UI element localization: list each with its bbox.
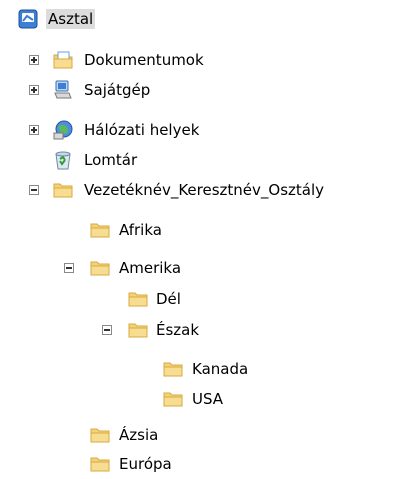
- recycle-bin-icon: [52, 149, 74, 171]
- tree-node-eszak[interactable]: Észak: [0, 315, 240, 345]
- tree-node-label: Lomtár: [84, 151, 138, 169]
- tree-node-afrika[interactable]: Afrika: [0, 215, 200, 245]
- tree-node-label: Európa: [119, 455, 172, 473]
- expand-toggle-icon[interactable]: [29, 55, 39, 65]
- documents-folder-icon: [52, 49, 74, 71]
- tree-node-dokumentumok[interactable]: Dokumentumok: [0, 45, 260, 75]
- tree-node-label: Dokumentumok: [84, 51, 204, 69]
- folder-icon: [89, 219, 111, 241]
- tree-node-kanada[interactable]: Kanada: [0, 354, 260, 384]
- tree-node-label: Amerika: [119, 259, 182, 277]
- tree-node-label: Vezetéknév_Keresztnév_Osztály: [84, 181, 325, 199]
- tree-node-label: Ázsia: [119, 426, 159, 444]
- expand-toggle-icon[interactable]: [29, 85, 39, 95]
- collapse-toggle-icon[interactable]: [64, 263, 74, 273]
- tree-node-label: Hálózati helyek: [84, 121, 200, 139]
- tree-node-label: Dél: [156, 290, 181, 308]
- tree-node-label: Asztal: [46, 9, 96, 29]
- folder-icon: [162, 358, 184, 380]
- folder-icon: [89, 424, 111, 446]
- collapse-toggle-icon[interactable]: [102, 325, 112, 335]
- tree-node-label: Kanada: [192, 360, 249, 378]
- tree-node-asztal[interactable]: Asztal: [0, 4, 160, 34]
- tree-node-halozati-helyek[interactable]: Hálózati helyek: [0, 115, 260, 145]
- folder-icon: [89, 453, 111, 475]
- network-places-icon: [52, 119, 74, 141]
- tree-node-lomtar[interactable]: Lomtár: [0, 145, 200, 175]
- tree-node-label: USA: [192, 390, 224, 408]
- desktop-icon: [17, 8, 39, 30]
- computer-icon: [52, 79, 74, 101]
- tree-node-del[interactable]: Dél: [0, 284, 220, 314]
- collapse-toggle-icon[interactable]: [29, 185, 39, 195]
- folder-icon: [162, 388, 184, 410]
- tree-node-label: Sajátgép: [84, 81, 151, 99]
- tree-node-azsia[interactable]: Ázsia: [0, 420, 200, 450]
- tree-node-sajatgep[interactable]: Sajátgép: [0, 75, 200, 105]
- tree-node-usa[interactable]: USA: [0, 384, 260, 414]
- folder-icon: [89, 257, 111, 279]
- folder-tree: Asztal Dokumentumok Sajátgép Hálózati he…: [0, 0, 414, 479]
- folder-icon: [52, 179, 74, 201]
- tree-node-vezeteknev-keresztnev-osztaly[interactable]: Vezetéknév_Keresztnév_Osztály: [0, 175, 414, 205]
- tree-node-label: Afrika: [119, 221, 162, 239]
- tree-node-amerika[interactable]: Amerika: [0, 253, 220, 283]
- tree-node-europa[interactable]: Európa: [0, 449, 200, 479]
- tree-node-label: Észak: [156, 321, 200, 339]
- expand-toggle-icon[interactable]: [29, 125, 39, 135]
- folder-icon: [127, 288, 149, 310]
- folder-icon: [127, 319, 149, 341]
